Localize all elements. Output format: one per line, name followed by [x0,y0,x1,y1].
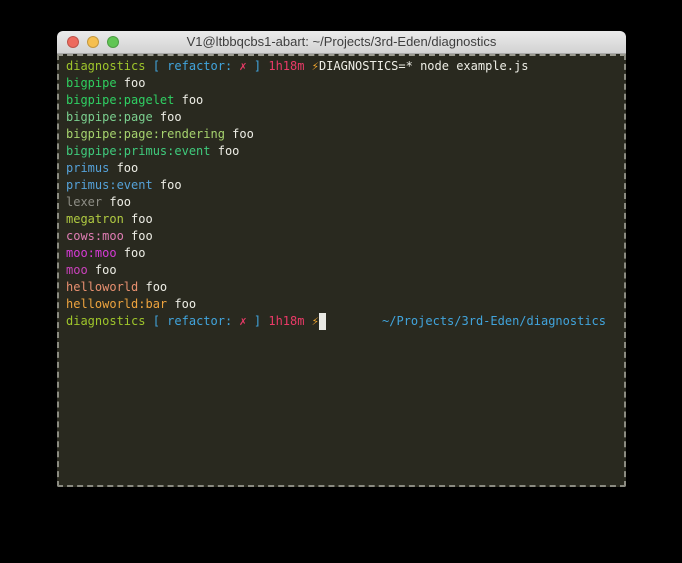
text-segment: ✗ [239,313,246,330]
text-segment: primus [66,160,109,177]
text-segment: foo [124,211,153,228]
terminal-line: diagnostics [ refactor: ✗ ] 1h18m ⚡DIAGN… [66,58,606,75]
text-segment: foo [153,177,182,194]
text-segment: ⚡ [312,58,319,75]
text-segment [261,313,268,330]
text-segment: helloworld:bar [66,296,167,313]
terminal-line: bigpipe:pagelet foo [66,92,606,109]
text-segment [304,313,311,330]
terminal-line: bigpipe foo [66,75,606,92]
text-segment [145,313,152,330]
text-segment: DIAGNOSTICS=* node example.js [319,58,529,75]
text-segment: bigpipe:primus:event [66,143,211,160]
text-segment: megatron [66,211,124,228]
terminal-line: helloworld foo [66,279,606,296]
text-segment [261,58,268,75]
text-segment [145,58,152,75]
terminal-cursor [319,313,326,330]
text-segment: diagnostics [66,58,145,75]
title-bar[interactable]: V1@ltbbqcbs1-abart: ~/Projects/3rd-Eden/… [57,31,626,54]
text-segment: foo [153,109,182,126]
text-segment: lexer [66,194,102,211]
text-segment: ] [247,313,261,330]
text-segment: ⚡ [312,313,319,330]
terminal-line: megatron foo [66,211,606,228]
text-segment: bigpipe [66,75,117,92]
text-segment: bigpipe:page:rendering [66,126,225,143]
text-segment: bigpipe:pagelet [66,92,174,109]
terminal-line: cows:moo foo [66,228,606,245]
text-segment: moo [66,262,88,279]
text-segment: foo [167,296,196,313]
window-title: V1@ltbbqcbs1-abart: ~/Projects/3rd-Eden/… [57,31,626,53]
text-segment: [ refactor: [153,313,240,330]
terminal-line: bigpipe:page foo [66,109,606,126]
text-segment: 1h18m [268,313,304,330]
text-segment [304,58,311,75]
text-segment: foo [117,245,146,262]
desktop-background: V1@ltbbqcbs1-abart: ~/Projects/3rd-Eden/… [0,0,682,563]
text-segment: 1h18m [268,58,304,75]
text-segment: foo [225,126,254,143]
text-segment: foo [109,160,138,177]
terminal-line: primus:event foo [66,177,606,194]
text-segment: ] [247,58,261,75]
text-segment: foo [211,143,240,160]
text-segment: foo [88,262,117,279]
text-segment: diagnostics [66,313,145,330]
terminal-line: helloworld:bar foo [66,296,606,313]
text-segment: foo [138,279,167,296]
terminal-line: moo:moo foo [66,245,606,262]
terminal-line: diagnostics [ refactor: ✗ ] 1h18m ⚡ ~/Pr… [66,313,606,330]
text-segment: [ refactor: [153,58,240,75]
text-segment: moo:moo [66,245,117,262]
terminal-screen[interactable]: diagnostics [ refactor: ✗ ] 1h18m ⚡DIAGN… [57,54,626,487]
line-spacer [326,313,382,330]
text-segment: ✗ [239,58,246,75]
text-segment: helloworld [66,279,138,296]
text-segment: primus:event [66,177,153,194]
terminal-line: bigpipe:page:rendering foo [66,126,606,143]
terminal-line: bigpipe:primus:event foo [66,143,606,160]
text-segment: foo [102,194,131,211]
terminal-window: V1@ltbbqcbs1-abart: ~/Projects/3rd-Eden/… [57,31,626,487]
terminal-line: lexer foo [66,194,606,211]
text-segment: foo [174,92,203,109]
terminal-line: moo foo [66,262,606,279]
text-segment: foo [124,228,153,245]
text-segment: cows:moo [66,228,124,245]
text-segment: foo [117,75,146,92]
text-segment: ~/Projects/3rd-Eden/diagnostics [382,313,606,330]
text-segment: bigpipe:page [66,109,153,126]
terminal-line: primus foo [66,160,606,177]
